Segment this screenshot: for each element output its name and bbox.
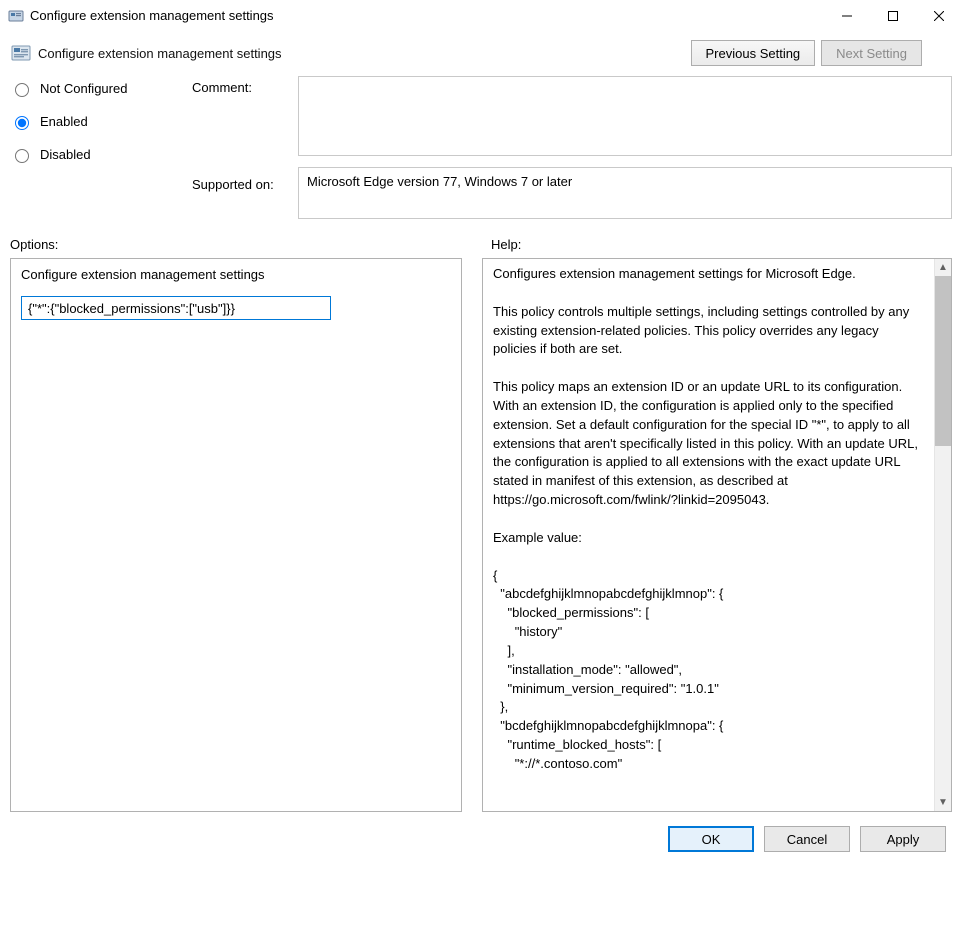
dialog-footer: OK Cancel Apply <box>0 812 962 852</box>
scroll-down-icon[interactable]: ▼ <box>935 794 951 811</box>
scroll-up-icon[interactable]: ▲ <box>935 259 951 276</box>
window-title: Configure extension management settings <box>30 8 824 23</box>
cancel-button[interactable]: Cancel <box>764 826 850 852</box>
maximize-button[interactable] <box>870 0 916 32</box>
radio-enabled-label: Enabled <box>40 114 88 129</box>
help-pane: Configures extension management settings… <box>482 258 952 812</box>
radio-enabled[interactable] <box>15 116 29 130</box>
scroll-track[interactable] <box>935 276 951 794</box>
app-icon <box>8 8 24 24</box>
policy-icon <box>10 42 32 64</box>
help-scrollbar[interactable]: ▲ ▼ <box>934 259 951 811</box>
ok-button[interactable]: OK <box>668 826 754 852</box>
state-disabled[interactable]: Disabled <box>10 146 186 163</box>
options-value-input[interactable] <box>21 296 331 320</box>
comment-field[interactable] <box>298 76 952 156</box>
radio-not-configured[interactable] <box>15 83 29 97</box>
state-not-configured[interactable]: Not Configured <box>10 80 186 97</box>
header: Configure extension management settings … <box>0 32 962 76</box>
header-title: Configure extension management settings <box>38 46 685 61</box>
options-title: Configure extension management settings <box>21 267 451 282</box>
radio-disabled-label: Disabled <box>40 147 91 162</box>
radio-disabled[interactable] <box>15 149 29 163</box>
previous-setting-button[interactable]: Previous Setting <box>691 40 816 66</box>
radio-not-configured-label: Not Configured <box>40 81 127 96</box>
close-button[interactable] <box>916 0 962 32</box>
next-setting-button: Next Setting <box>821 40 922 66</box>
help-label: Help: <box>491 237 952 252</box>
state-enabled[interactable]: Enabled <box>10 113 186 130</box>
scroll-thumb[interactable] <box>935 276 951 446</box>
apply-button[interactable]: Apply <box>860 826 946 852</box>
comment-label: Comment: <box>192 76 292 95</box>
supported-on-label: Supported on: <box>192 167 292 192</box>
minimize-button[interactable] <box>824 0 870 32</box>
options-pane: Configure extension management settings <box>10 258 462 812</box>
help-text: Configures extension management settings… <box>483 259 933 811</box>
title-bar: Configure extension management settings <box>0 0 962 32</box>
options-label: Options: <box>10 237 471 252</box>
supported-on-field: Microsoft Edge version 77, Windows 7 or … <box>298 167 952 219</box>
